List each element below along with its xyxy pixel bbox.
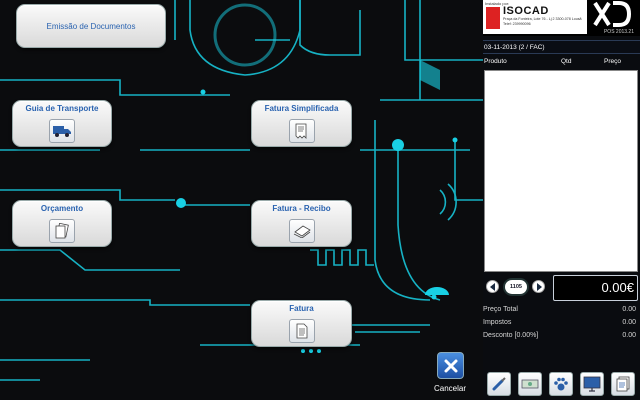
cancel-label: Cancelar	[433, 384, 466, 393]
cancel-button[interactable]: Cancelar	[432, 352, 468, 400]
stacked-papers-icon	[288, 219, 315, 243]
emissao-documentos-button[interactable]: Emissão de Documentos	[16, 4, 166, 48]
receipt-icon	[288, 119, 315, 143]
screen-button[interactable]	[580, 372, 604, 396]
summary-value: 0.00	[622, 332, 636, 339]
summary-value: 0.00	[622, 319, 636, 326]
guia-transporte-label: Guia de Transporte	[25, 104, 99, 113]
orcamento-label: Orçamento	[40, 204, 84, 213]
pos-screen: Emissão de Documentos Guia de Transporte…	[0, 0, 640, 400]
summary-label: Impostos	[483, 319, 512, 326]
summary-row-taxes: Impostos 0.00	[483, 319, 638, 331]
guia-transporte-button[interactable]: Guia de Transporte	[12, 100, 112, 147]
document-icon	[288, 319, 315, 343]
summary-value: 0.00	[622, 306, 636, 313]
fatura-simplificada-label: Fatura Simplificada	[264, 104, 339, 113]
fatura-simplificada-button[interactable]: Fatura Simplificada	[251, 100, 352, 147]
fatura-recibo-label: Fatura - Recibo	[272, 204, 331, 213]
summary-row-total: Preço Total 0.00	[483, 306, 638, 318]
summary-label: Preço Total	[483, 306, 518, 313]
company-logo: Instalado por: ISOCAD Praça da Fonteira,…	[483, 0, 587, 34]
close-icon	[437, 352, 464, 379]
page-indicator: 1105	[503, 278, 529, 296]
chevron-left-icon	[489, 282, 495, 291]
orcamento-button[interactable]: Orçamento	[12, 200, 112, 247]
column-product: Produto	[484, 58, 507, 65]
items-list[interactable]	[484, 70, 638, 272]
next-page-button[interactable]	[532, 280, 545, 293]
pages-icon	[49, 219, 75, 243]
truck-icon	[49, 119, 75, 143]
document-info: 03-11-2013 (2 / FAC)	[483, 40, 640, 54]
fatura-label: Fatura	[289, 304, 314, 313]
brush-tool-button[interactable]	[487, 372, 511, 396]
money-icon	[521, 379, 539, 389]
documents-button[interactable]	[611, 372, 635, 396]
fatura-button[interactable]: Fatura	[251, 300, 352, 347]
brush-icon	[492, 377, 506, 391]
column-price: Preço	[604, 58, 621, 65]
emissao-documentos-label: Emissão de Documentos	[46, 22, 136, 31]
payment-button[interactable]	[518, 372, 542, 396]
chevron-right-icon	[536, 282, 542, 291]
summary-label: Desconto [0.00%]	[483, 332, 539, 339]
fatura-recibo-button[interactable]: Fatura - Recibo	[251, 200, 352, 247]
client-button[interactable]	[549, 372, 573, 396]
column-qty: Qtd	[561, 58, 572, 65]
prev-page-button[interactable]	[486, 280, 499, 293]
panel-header: Instalado por: ISOCAD Praça da Fonteira,…	[483, 0, 640, 36]
summary-row-discount: Desconto [0.00%] 0.00	[483, 332, 638, 344]
paw-icon	[554, 377, 568, 391]
monitor-icon	[583, 376, 601, 392]
items-header: Produto Qtd Preço	[483, 58, 640, 68]
total-display: 0.00€	[553, 275, 638, 301]
version-label: POS 2013.21	[603, 29, 634, 35]
documents-icon	[616, 376, 630, 392]
xd-logo-icon	[593, 1, 631, 27]
company-address: Praça da Fonteira, Lote 76 - Lj 2 3300-0…	[503, 17, 582, 26]
company-name: ISOCAD	[503, 5, 549, 17]
company-emblem-icon	[486, 7, 500, 29]
